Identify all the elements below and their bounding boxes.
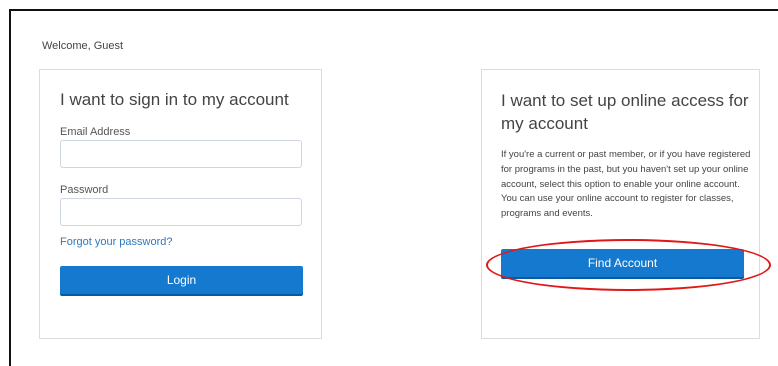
email-label: Email Address	[60, 126, 131, 138]
welcome-message: Welcome, Guest	[42, 40, 124, 52]
password-label: Password	[60, 184, 109, 196]
sign-in-card: I want to sign in to my account Email Ad…	[39, 69, 322, 339]
email-field[interactable]	[60, 140, 302, 168]
setup-access-title: I want to set up online access for my ac…	[501, 91, 749, 133]
forgot-password-link[interactable]: Forgot your password?	[60, 236, 173, 248]
find-account-button[interactable]: Find Account	[501, 249, 744, 277]
sign-in-title: I want to sign in to my account	[60, 90, 289, 109]
setup-access-description: If you're a current or past member, or i…	[501, 149, 751, 220]
login-button[interactable]: Login	[60, 266, 303, 294]
password-field[interactable]	[60, 198, 302, 226]
setup-access-card: I want to set up online access for my ac…	[481, 69, 760, 339]
